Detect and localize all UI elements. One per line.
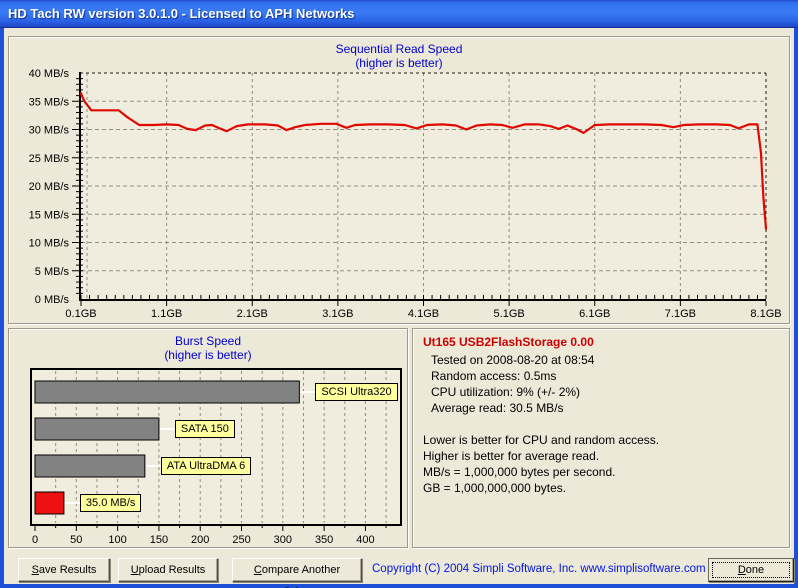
x-tick-label: 4.1GB	[408, 308, 439, 320]
save-results-button[interactable]: Save Results	[18, 558, 110, 582]
app-window: HD Tach RW version 3.0.1.0 - Licensed to…	[0, 0, 798, 588]
client-area: Sequential Read Speed (higher is better)…	[4, 28, 794, 588]
sequential-read-chart: 0 MB/s 5 MB/s 10 MB/s 15 MB/s 20 MB/s 25 MB/s…	[29, 68, 782, 320]
copyright-text: Copyright (C) 2004 Simpli Software, Inc.…	[372, 563, 706, 575]
y-tick-label: 35 MB/s	[29, 96, 70, 108]
save-results-label: Save Results	[31, 564, 97, 576]
done-button[interactable]: Done	[708, 558, 794, 582]
x-tick-label: 1.1GB	[151, 308, 182, 320]
burst-bar-label: SATA 150	[174, 420, 235, 438]
cpu-utilization-line: CPU utilization: 9% (+/- 2%)	[431, 385, 581, 399]
burst-tick-label: 150	[150, 534, 168, 546]
burst-speed-chart: 0 50 100 150 200 250 300 350 400	[30, 368, 402, 546]
sequential-read-panel: Sequential Read Speed (higher is better)…	[8, 36, 790, 324]
x-tick-label: 5.1GB	[494, 308, 525, 320]
window-title: HD Tach RW version 3.0.1.0 - Licensed to…	[8, 6, 355, 21]
x-tick-label: 2.1GB	[237, 308, 268, 320]
burst-tick-label: 100	[108, 534, 126, 546]
x-tick-label: 0.1GB	[65, 308, 96, 320]
note-line: Lower is better for CPU and random acces…	[423, 433, 660, 447]
y-tick-label: 40 MB/s	[29, 68, 70, 80]
y-tick-label: 5 MB/s	[35, 266, 70, 278]
y-tick-label: 20 MB/s	[29, 181, 70, 193]
burst-bar	[34, 417, 160, 441]
note-line: Higher is better for average read.	[423, 449, 600, 463]
y-tick-label: 30 MB/s	[29, 125, 70, 137]
burst-tick-label: 400	[356, 534, 374, 546]
y-tick-label: 15 MB/s	[29, 209, 70, 221]
y-tick-label: 25 MB/s	[29, 153, 70, 165]
burst-tick-label: 50	[70, 534, 82, 546]
average-read-line: Average read: 30.5 MB/s	[431, 401, 564, 415]
y-tick-label: 10 MB/s	[29, 238, 70, 250]
burst-tick-label: 0	[32, 534, 38, 546]
y-tick-label: 0 MB/s	[35, 294, 70, 306]
upload-results-label: Upload Results	[130, 564, 206, 576]
x-tick-label: 3.1GB	[322, 308, 353, 320]
drive-info-panel: Ut165 USB2FlashStorage 0.00 Tested on 20…	[412, 328, 790, 548]
titlebar: HD Tach RW version 3.0.1.0 - Licensed to…	[0, 0, 798, 28]
burst-bar	[34, 491, 65, 515]
x-tick-label: 7.1GB	[665, 308, 696, 320]
burst-speed-panel: Burst Speed (higher is better) 0 50 100 150…	[8, 328, 408, 548]
footer-bar: Save Results Upload Results Compare Anot…	[4, 556, 794, 588]
burst-bar-label: SCSI Ultra320	[315, 383, 398, 401]
burst-bar-label: ATA UltraDMA 6	[160, 457, 252, 475]
tested-on-line: Tested on 2008-08-20 at 08:54	[431, 353, 595, 367]
burst-bar	[34, 454, 146, 478]
burst-tick-label: 350	[315, 534, 333, 546]
x-tick-label: 8.1GB	[750, 308, 781, 320]
burst-bar-label: 35.0 MB/s	[79, 494, 142, 512]
focus-rectangle	[712, 562, 790, 578]
burst-tick-label: 300	[274, 534, 292, 546]
compare-another-drive-button[interactable]: Compare Another Drive	[232, 558, 362, 588]
burst-tick-label: 250	[232, 534, 250, 546]
notes-block: Lower is better for CPU and random acces…	[423, 432, 779, 496]
compare-another-drive-label: Compare Another Drive	[253, 564, 341, 588]
drive-name-header: Ut165 USB2FlashStorage 0.00	[423, 335, 594, 349]
burst-bar	[34, 380, 300, 404]
burst-tick-label: 200	[191, 534, 209, 546]
note-line: MB/s = 1,000,000 bytes per second.	[423, 465, 616, 479]
note-line: GB = 1,000,000,000 bytes.	[423, 481, 567, 495]
random-access-line: Random access: 0.5ms	[431, 369, 557, 383]
upload-results-button[interactable]: Upload Results	[118, 558, 218, 582]
x-tick-label: 6.1GB	[579, 308, 610, 320]
